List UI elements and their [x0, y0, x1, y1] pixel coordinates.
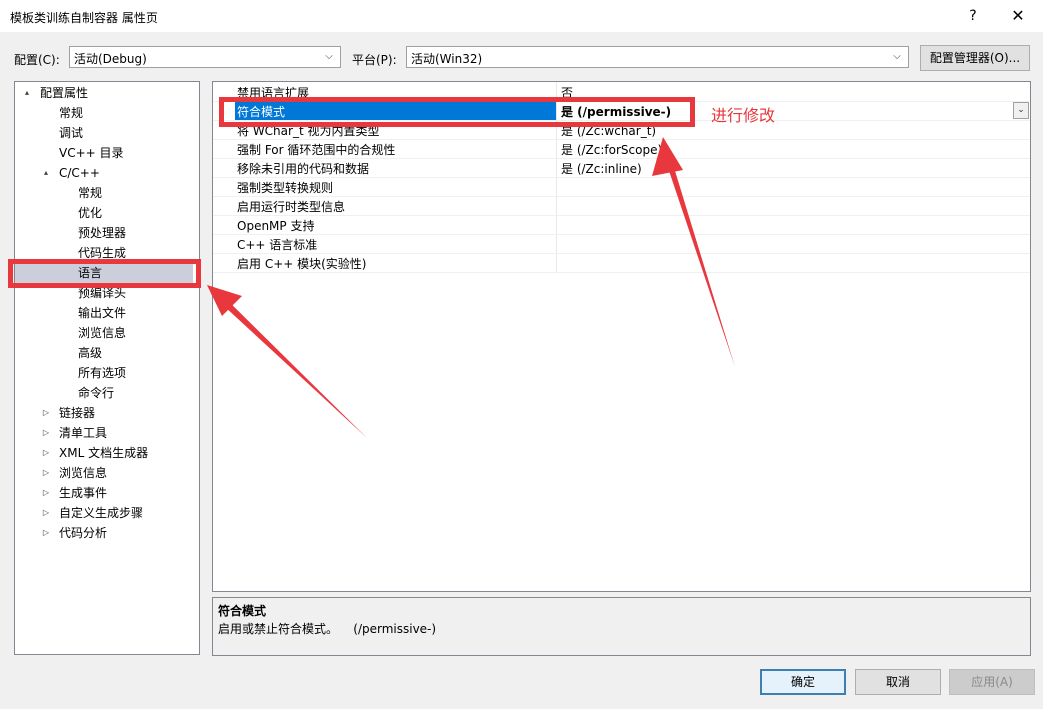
arrow-to-value — [652, 137, 735, 367]
annotation-arrows — [207, 137, 735, 438]
arrow-to-language — [207, 285, 367, 438]
